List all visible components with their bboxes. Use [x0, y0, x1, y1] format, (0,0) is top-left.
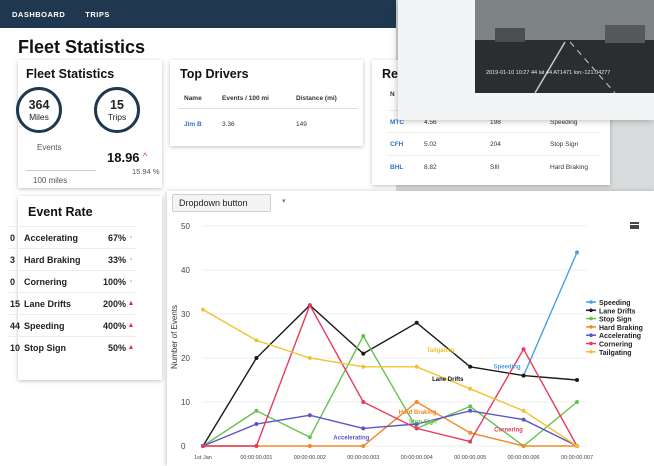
data-point — [254, 444, 259, 448]
legend-label: Cornering — [599, 342, 632, 349]
data-point — [414, 426, 419, 431]
legend-marker — [589, 333, 593, 338]
data-point — [414, 400, 419, 404]
legend-label: Accelerating — [599, 333, 641, 340]
y-tick-label: 20 — [181, 354, 190, 363]
legend-marker — [589, 300, 593, 304]
series-data-label: Cornering — [494, 428, 523, 434]
x-tick-label: 1st Jan — [194, 455, 212, 461]
data-point — [201, 444, 205, 448]
data-point — [361, 444, 366, 448]
series-data-label: Stop Sign — [409, 419, 437, 425]
x-tick-label: 00:00:00.002 — [294, 455, 326, 461]
y-axis-label: Number of Events — [170, 305, 179, 369]
data-point — [468, 439, 473, 444]
data-point — [521, 444, 526, 448]
data-point — [307, 303, 312, 308]
data-point — [468, 386, 473, 391]
y-tick-label: 0 — [181, 442, 186, 451]
data-point — [521, 408, 526, 413]
data-point — [575, 444, 579, 448]
legend-label: Hard Braking — [599, 325, 643, 332]
data-point — [307, 413, 312, 418]
data-point — [201, 307, 205, 312]
data-point — [521, 373, 526, 378]
data-point — [254, 356, 259, 360]
x-tick-label: 00:00:00.003 — [347, 455, 379, 461]
data-point — [521, 417, 526, 422]
x-tick-label: 00:00:00.005 — [454, 455, 486, 461]
data-point — [468, 408, 473, 413]
data-point — [521, 347, 526, 352]
series-data-label: Hard Braking — [399, 410, 437, 416]
data-point — [254, 422, 259, 426]
x-tick-label: 00:00:00.004 — [401, 455, 433, 461]
series-data-label: Speeding — [494, 365, 521, 371]
data-point — [307, 444, 312, 448]
data-point — [575, 378, 579, 382]
data-point — [468, 430, 473, 435]
legend-label: Lane Drifts — [599, 308, 636, 315]
data-point — [468, 404, 473, 409]
data-point — [575, 400, 579, 404]
data-point — [254, 338, 259, 343]
data-point — [361, 426, 366, 431]
data-point — [361, 334, 366, 338]
data-point — [468, 364, 473, 369]
legend-label: Speeding — [599, 300, 631, 307]
data-point — [254, 408, 259, 413]
y-tick-label: 50 — [181, 222, 190, 231]
y-tick-label: 40 — [181, 266, 190, 275]
legend-marker — [589, 325, 593, 329]
series-data-label: Tailgating — [427, 348, 455, 354]
legend-label: Tailgating — [599, 350, 632, 357]
data-point — [307, 435, 312, 440]
x-tick-label: 00:00:00.007 — [561, 455, 593, 461]
x-tick-label: 00:00:00.006 — [508, 455, 540, 461]
legend-marker — [589, 316, 593, 321]
data-point — [414, 320, 419, 325]
legend-marker — [589, 308, 593, 313]
data-point — [361, 400, 366, 404]
legend-marker — [589, 350, 593, 354]
data-point — [307, 356, 312, 360]
y-tick-label: 30 — [181, 310, 190, 319]
data-point — [361, 351, 366, 356]
legend-marker — [589, 341, 593, 346]
data-point — [414, 364, 419, 369]
legend-label: Stop Sign — [599, 317, 632, 324]
y-tick-label: 10 — [181, 398, 190, 407]
series-data-label: Lane Drifts — [432, 377, 464, 383]
data-point — [361, 364, 366, 369]
x-tick-label: 00:00:00.001 — [240, 455, 272, 461]
data-point — [575, 250, 579, 255]
events-line-chart: 0 10 20 30 40 50 1st Jan 00:00:00.001 00:00:00.0… — [170, 222, 643, 461]
series-data-label: Accelerating — [333, 435, 369, 441]
